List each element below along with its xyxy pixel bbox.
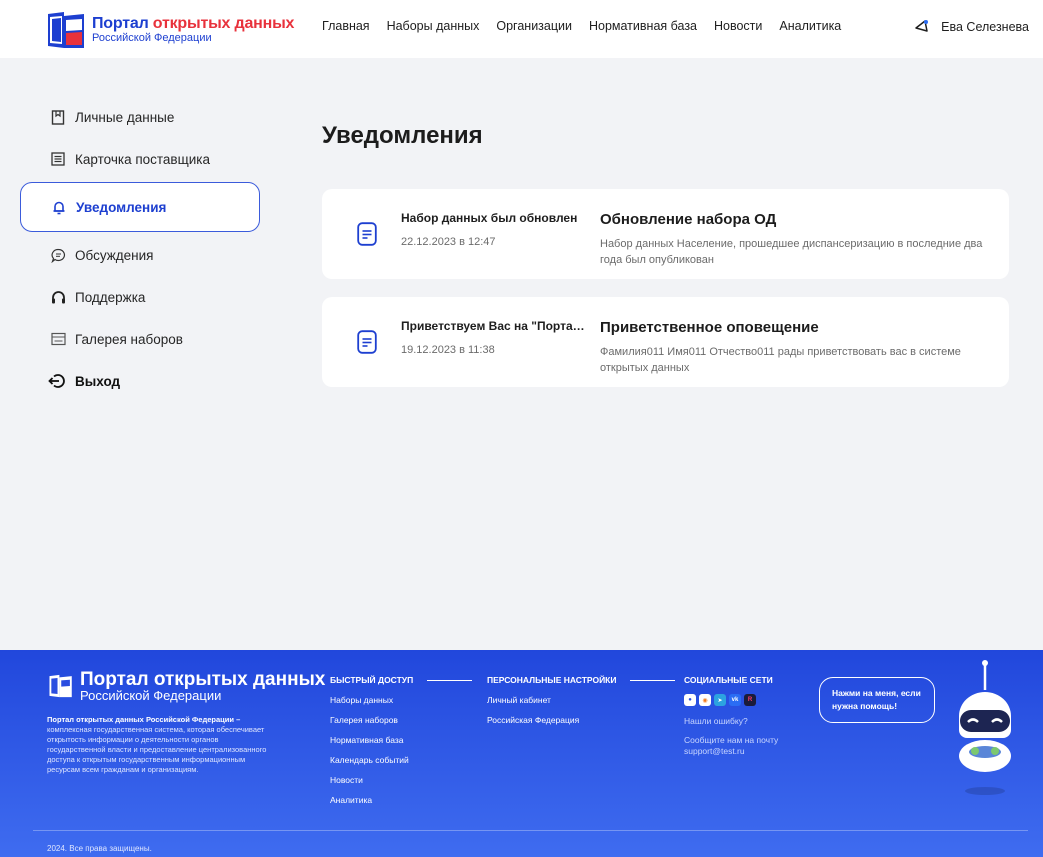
logo-mark-icon <box>48 12 84 48</box>
helper-bubble[interactable]: Нажми на меня, если нужна помощь! <box>819 677 935 723</box>
copyright: 2024. Все права защищены. <box>47 844 152 853</box>
logo-mark-icon <box>49 674 72 698</box>
document-icon <box>357 330 377 359</box>
vk-icon[interactable]: vk <box>729 694 741 706</box>
footer-link-news[interactable]: Новости <box>330 775 472 785</box>
nav-item-analytics[interactable]: Аналитика <box>779 19 841 33</box>
page-title: Уведомления <box>322 122 483 149</box>
personal-settings-column: ПЕРСОНАЛЬНЫЕ НАСТРОЙКИ Личный кабинет Ро… <box>487 675 676 725</box>
user-menu[interactable]: Ева Селезнева <box>913 18 1029 36</box>
notification-date: 22.12.2023 в 12:47 <box>401 236 496 248</box>
nav-item-organizations[interactable]: Организации <box>496 19 572 33</box>
sidebar-item-label: Поддержка <box>75 289 146 305</box>
bell-outline-icon[interactable] <box>913 18 931 36</box>
quick-access-heading: БЫСТРЫЙ ДОСТУП <box>330 675 473 685</box>
footer-link-datasets[interactable]: Наборы данных <box>330 695 472 705</box>
sidebar: Личные данные Карточка поставщика Уведом… <box>20 98 260 404</box>
personal-settings-heading: ПЕРСОНАЛЬНЫЕ НАСТРОЙКИ <box>487 675 676 685</box>
logo-subtitle: Российской Федерации <box>92 32 212 44</box>
footer-divider <box>33 830 1028 831</box>
sidebar-item-gallery[interactable]: Галерея наборов <box>20 320 260 358</box>
exit-label: Выход <box>75 373 121 389</box>
sidebar-item-exit[interactable]: Выход <box>20 362 260 400</box>
header: Портал открытых данных Российской Федера… <box>0 0 1043 58</box>
nav-item-datasets[interactable]: Наборы данных <box>387 19 480 33</box>
gallery-icon <box>50 331 66 347</box>
notification-card[interactable]: Приветствуем Вас на "Портале открытых да… <box>322 297 1009 387</box>
sidebar-item-label: Галерея наборов <box>75 331 183 347</box>
footer-link-analytics[interactable]: Аналитика <box>330 795 472 805</box>
notification-card[interactable]: Набор данных был обновлен 22.12.2023 в 1… <box>322 189 1009 279</box>
telegram-icon[interactable]: ➤ <box>714 694 726 706</box>
bookmark-icon <box>50 109 66 125</box>
notification-title: Набор данных был обновлен <box>401 211 578 225</box>
sidebar-item-label: Карточка поставщика <box>75 151 210 167</box>
support-email-link[interactable]: support@test.ru <box>684 746 778 756</box>
found-error-text: Нашли ошибку? <box>684 716 748 726</box>
footer-logo[interactable]: Портал открытых данных Российской Федера… <box>47 670 325 702</box>
main-content: Личные данные Карточка поставщика Уведом… <box>0 58 1043 650</box>
sidebar-item-discussions[interactable]: Обсуждения <box>20 236 260 274</box>
footer-logo-subtitle: Российской Федерации <box>80 688 222 703</box>
gosuslugi-icon[interactable]: ● <box>684 694 696 706</box>
notification-title: Приветствуем Вас на "Портале открытых да… <box>401 319 591 333</box>
bell-icon <box>51 199 67 215</box>
notification-heading: Обновление набора ОД <box>600 211 777 228</box>
sidebar-item-supplier-card[interactable]: Карточка поставщика <box>20 140 260 178</box>
robot-assistant-icon[interactable] <box>943 658 1023 798</box>
quick-access-column: БЫСТРЫЙ ДОСТУП Наборы данных Галерея наб… <box>330 675 473 805</box>
notification-date: 19.12.2023 в 11:38 <box>401 344 495 356</box>
sidebar-item-personal-data[interactable]: Личные данные <box>20 98 260 136</box>
notification-heading: Приветственное оповещение <box>600 319 819 336</box>
footer-link-region[interactable]: Российская Федерация <box>487 715 675 725</box>
notification-body: Набор данных Население, прошедшее диспан… <box>600 238 983 266</box>
logo-title: Портал открытых данных <box>92 15 295 32</box>
footer-logo-title: Портал открытых данных <box>80 669 326 690</box>
sidebar-item-label: Обсуждения <box>75 247 154 263</box>
notification-body: Фамилия011 Имя011 Отчество011 рады приве… <box>600 346 961 374</box>
nav-item-home[interactable]: Главная <box>322 19 370 33</box>
card-icon <box>50 151 66 167</box>
headphones-icon <box>50 289 66 305</box>
document-icon <box>357 222 377 251</box>
social-icons: ● ◉ ➤ vk R <box>684 694 778 706</box>
ok-icon[interactable]: ◉ <box>699 694 711 706</box>
footer-description: Портал открытых данных Российской Федера… <box>47 715 267 774</box>
footer-link-calendar[interactable]: Календарь событий <box>330 755 472 765</box>
footer: Портал открытых данных Российской Федера… <box>0 650 1043 857</box>
footer-link-regulations[interactable]: Нормативная база <box>330 735 472 745</box>
logout-icon <box>48 373 66 389</box>
footer-link-gallery[interactable]: Галерея наборов <box>330 715 472 725</box>
user-name[interactable]: Ева Селезнева <box>941 20 1029 34</box>
social-heading: СОЦИАЛЬНЫЕ СЕТИ <box>684 675 773 685</box>
mail-hint-text: Сообщите нам на почту <box>684 735 779 745</box>
nav-item-regulations[interactable]: Нормативная база <box>589 19 697 33</box>
site-logo[interactable]: Портал открытых данных Российской Федера… <box>44 10 294 50</box>
rutube-icon[interactable]: R <box>744 694 756 706</box>
sidebar-item-notifications[interactable]: Уведомления <box>20 182 260 232</box>
main-nav: Главная Наборы данных Организации Нормат… <box>322 19 858 33</box>
footer-link-cabinet[interactable]: Личный кабинет <box>487 695 675 705</box>
nav-item-news[interactable]: Новости <box>714 19 762 33</box>
chat-icon <box>50 247 66 263</box>
sidebar-item-label: Личные данные <box>75 109 175 125</box>
sidebar-item-label: Уведомления <box>76 199 167 215</box>
sidebar-item-support[interactable]: Поддержка <box>20 278 260 316</box>
social-column: СОЦИАЛЬНЫЕ СЕТИ ● ◉ ➤ vk R Нашли ошибку?… <box>684 675 778 756</box>
